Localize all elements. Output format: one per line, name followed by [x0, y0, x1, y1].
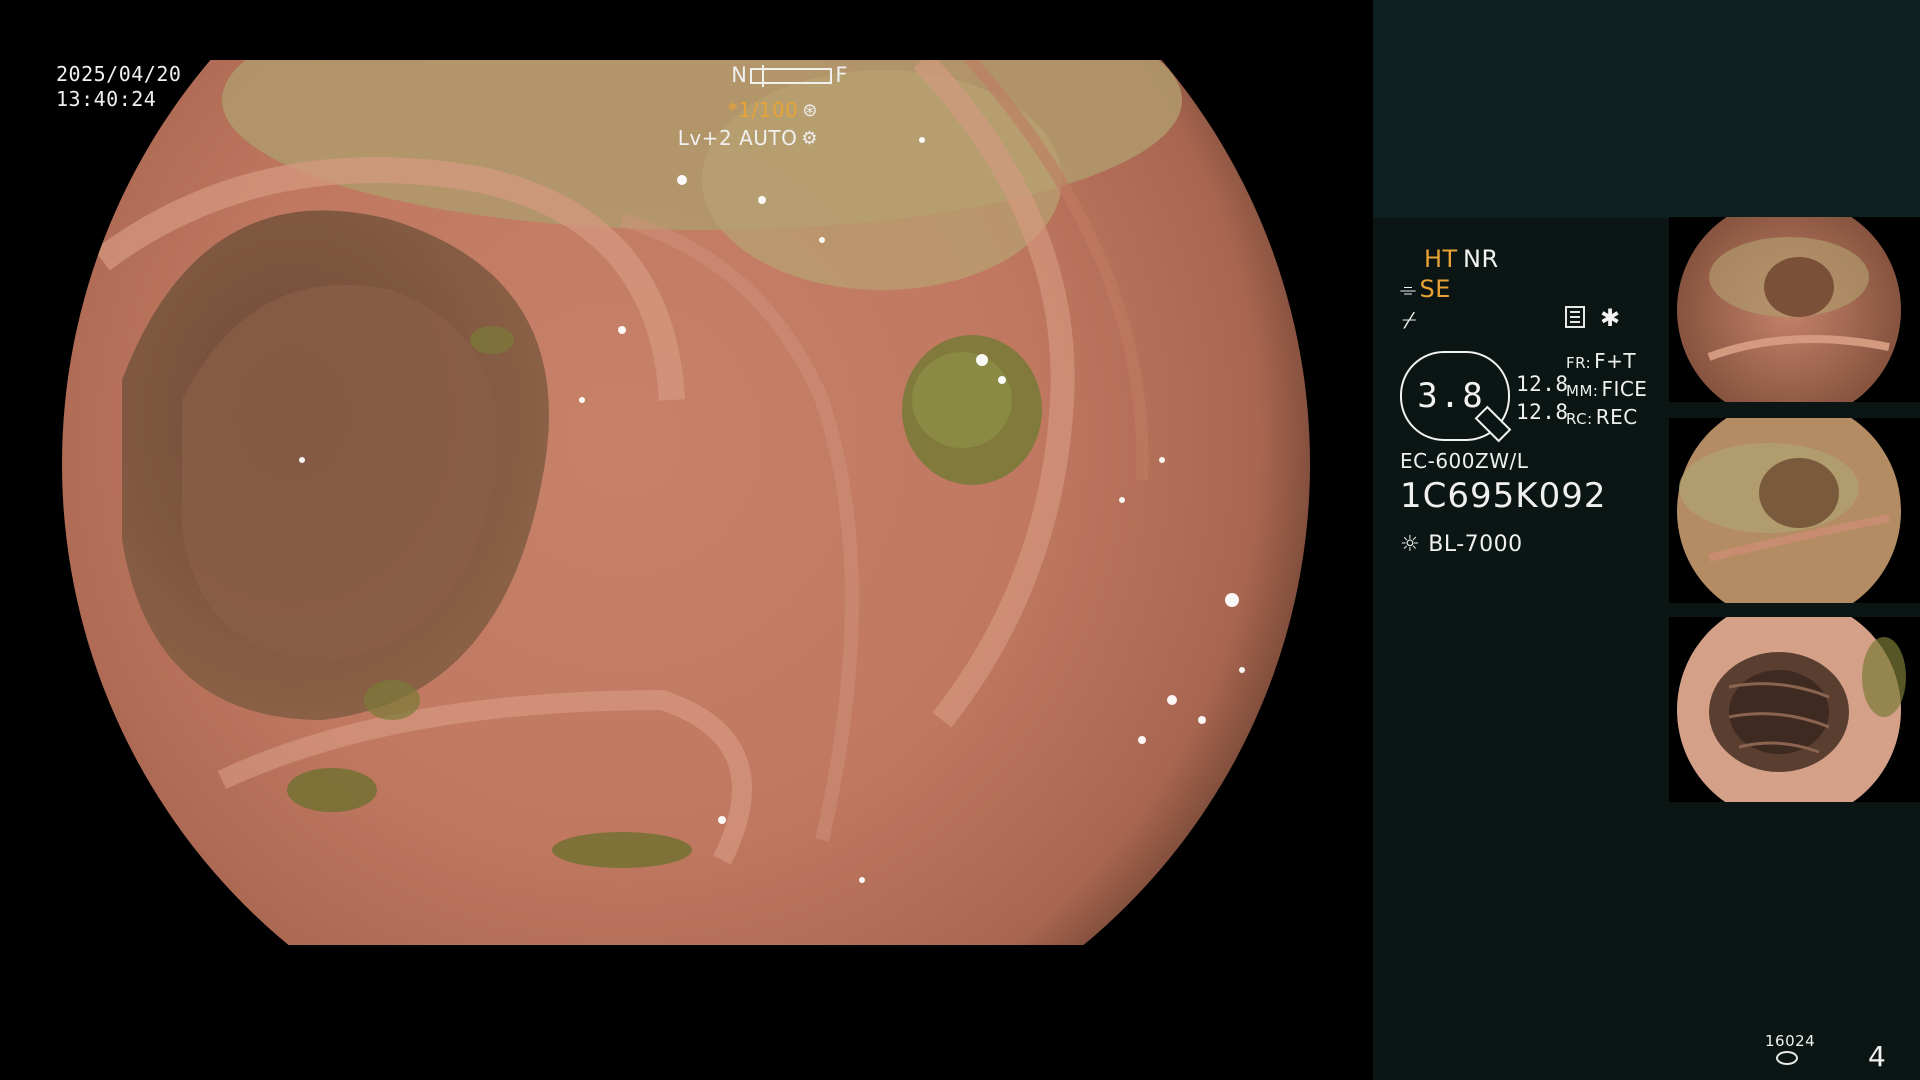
param-fr: FR: F+T — [1566, 349, 1637, 373]
light-source-icon: ☼ — [1400, 532, 1421, 557]
scope-serial: 1C695K092 — [1400, 476, 1607, 516]
iris-text: Lv+2 AUTO — [677, 126, 798, 150]
shutter-speed-display: *1/100 ⊛ — [728, 99, 818, 122]
date-text: 2025/04/20 — [56, 62, 182, 86]
endoscope-main-view: 2025/04/20 13:40:24 N F *1/100 ⊛ Lv+2 AU… — [0, 0, 1373, 1080]
mode-params: FR: F+T MM: FICE RC: REC — [1566, 348, 1647, 432]
thumbnail-2[interactable] — [1669, 418, 1920, 603]
param-rc: RC: REC — [1566, 405, 1638, 429]
page-number: 4 — [1868, 1040, 1887, 1073]
thumbnail-1[interactable] — [1669, 217, 1920, 402]
time-text: 13:40:24 — [56, 87, 157, 111]
frame-value-1: 12.8 — [1516, 372, 1569, 396]
database-icon — [1776, 1051, 1798, 1065]
top-info-area — [1373, 0, 1920, 218]
zoom-value: 3.8 — [1417, 376, 1485, 416]
focus-scale-bar — [750, 64, 833, 87]
se-text: SE — [1419, 275, 1451, 303]
zoom-badge: 3.8 — [1400, 351, 1512, 443]
scope-tool-icon: ⌯ — [1400, 277, 1417, 301]
nr-indicator: NR — [1463, 245, 1499, 273]
endoscopic-image — [62, 60, 1310, 945]
shutter-icon: ⊛ — [802, 100, 818, 121]
light-source-text: BL-7000 — [1428, 532, 1523, 557]
se-indicator: ⌯ SE — [1400, 275, 1451, 303]
record-count: 16024 — [1765, 1032, 1816, 1050]
frame-value-2: 12.8 — [1516, 400, 1569, 424]
param-mm: MM: FICE — [1566, 377, 1648, 401]
datetime-display: 2025/04/20 13:40:24 — [56, 63, 181, 113]
focus-far-label: F — [835, 63, 848, 87]
iris-display: Lv+2 AUTO ⚙ — [678, 127, 818, 150]
light-source: ☼ BL-7000 — [1400, 532, 1523, 557]
focus-near-label: N — [731, 63, 748, 87]
frame-values: 12.8 12.8 — [1516, 370, 1569, 426]
scope-model: EC-600ZW/L — [1400, 449, 1529, 473]
flash-icon: ⌿ — [1402, 306, 1417, 334]
ht-indicator: HT — [1424, 245, 1458, 273]
memo-icon — [1565, 306, 1585, 328]
shutter-text: *1/100 — [727, 98, 799, 122]
asterisk-icon: ✱ — [1600, 304, 1621, 332]
iris-icon: ⚙ — [801, 128, 818, 149]
focus-indicator: N F — [731, 64, 848, 87]
thumbnail-3[interactable] — [1669, 617, 1920, 802]
